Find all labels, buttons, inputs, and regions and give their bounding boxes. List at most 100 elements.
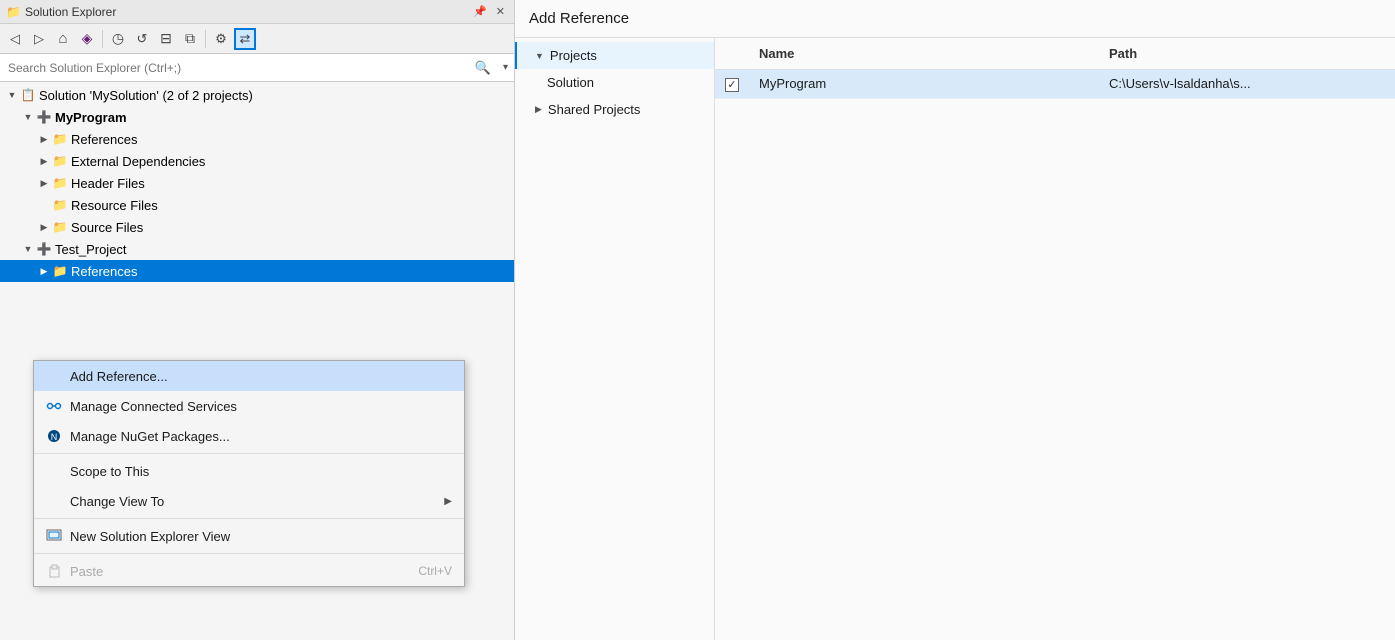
tree-item-header-files[interactable]: 📁 Header Files xyxy=(0,172,514,194)
ctx-manage-connected[interactable]: Manage Connected Services xyxy=(34,391,464,421)
manage-nuget-icon: N xyxy=(46,428,62,444)
references-table: Name Path ✓ MyProgram C:\Users\v-lsaldan… xyxy=(715,38,1395,99)
resource-files-arrow xyxy=(36,197,52,213)
header-files-label: Header Files xyxy=(71,176,145,191)
nav-projects[interactable]: ▼ Projects xyxy=(515,42,714,69)
change-view-arrow-icon: ▶ xyxy=(444,496,452,507)
references-1-icon: 📁 xyxy=(52,131,68,147)
search-icon[interactable]: 🔍 xyxy=(469,56,497,80)
solution-icon: 📋 xyxy=(20,87,36,103)
copy-button[interactable]: ⧉ xyxy=(179,28,201,50)
myprogram-icon: ➕ xyxy=(36,109,52,125)
header-files-arrow xyxy=(36,175,52,191)
row-name-cell: MyProgram xyxy=(749,70,1099,99)
solution-explorer-title: Solution Explorer xyxy=(25,5,116,19)
tree-item-source-files[interactable]: 📁 Source Files xyxy=(0,216,514,238)
nav-solution[interactable]: Solution xyxy=(515,69,714,96)
ctx-add-reference-label: Add Reference... xyxy=(70,369,168,384)
se-title-bar: 📁 Solution Explorer 📌 ✕ xyxy=(0,0,514,24)
test-project-icon: ➕ xyxy=(36,241,52,257)
nav-solution-label: Solution xyxy=(547,75,594,90)
references-2-label: References xyxy=(71,264,137,279)
ctx-scope-to-this[interactable]: Scope to This xyxy=(34,456,464,486)
ctx-paste[interactable]: Paste Ctrl+V xyxy=(34,556,464,586)
se-toolbar: ◁ ▷ ⌂ ◈ ◷ ↺ ⊟ ⧉ ⚙ ⇄ xyxy=(0,24,514,54)
row-checkbox[interactable]: ✓ xyxy=(725,78,739,92)
row-checkbox-cell[interactable]: ✓ xyxy=(715,70,749,99)
ctx-manage-nuget-label: Manage NuGet Packages... xyxy=(70,429,230,444)
refresh-button[interactable]: ↺ xyxy=(131,28,153,50)
myprogram-label: MyProgram xyxy=(55,110,127,125)
ctx-separator-1 xyxy=(34,453,464,454)
myprogram-arrow xyxy=(20,109,36,125)
change-view-icon xyxy=(46,493,62,509)
ctx-paste-label: Paste xyxy=(70,564,103,579)
search-dropdown-icon[interactable]: ▾ xyxy=(497,58,514,77)
solution-arrow xyxy=(4,87,20,103)
se-title-controls: 📌 ✕ xyxy=(470,4,508,19)
header-files-icon: 📁 xyxy=(52,175,68,191)
collapse-button[interactable]: ⊟ xyxy=(155,28,177,50)
sync-button[interactable]: ⇄ xyxy=(234,28,256,50)
tree-item-myprogram[interactable]: ➕ MyProgram xyxy=(0,106,514,128)
external-deps-arrow xyxy=(36,153,52,169)
row-path-cell: C:\Users\v-lsaldanha\s... xyxy=(1099,70,1395,99)
test-project-arrow xyxy=(20,241,36,257)
source-files-arrow xyxy=(36,219,52,235)
test-project-label: Test_Project xyxy=(55,242,127,257)
nav-shared-projects-label: Shared Projects xyxy=(548,102,641,117)
ctx-change-view-label: Change View To xyxy=(70,494,164,509)
tree-item-external-deps[interactable]: 📁 External Dependencies xyxy=(0,150,514,172)
forward-button[interactable]: ▷ xyxy=(28,28,50,50)
vs-icon-button[interactable]: ◈ xyxy=(76,28,98,50)
external-deps-icon: 📁 xyxy=(52,153,68,169)
history-button[interactable]: ◷ xyxy=(107,28,129,50)
svg-text:N: N xyxy=(51,432,58,442)
add-reference-title: Add Reference xyxy=(515,0,1395,38)
ctx-scope-to-this-label: Scope to This xyxy=(70,464,149,479)
resource-files-icon: 📁 xyxy=(52,197,68,213)
paste-icon xyxy=(46,563,62,579)
nav-shared-projects[interactable]: ▶ Shared Projects xyxy=(515,96,714,123)
references-1-arrow xyxy=(36,131,52,147)
ctx-change-view-to[interactable]: Change View To ▶ xyxy=(34,486,464,516)
se-title-left: 📁 Solution Explorer xyxy=(6,5,116,19)
shared-projects-arrow: ▶ xyxy=(535,104,542,115)
col-header-path[interactable]: Path xyxy=(1099,38,1395,70)
nav-projects-label: Projects xyxy=(550,48,597,63)
tree-item-references-1[interactable]: 📁 References xyxy=(0,128,514,150)
add-reference-nav: ▼ Projects Solution ▶ Shared Projects xyxy=(515,38,715,640)
search-input[interactable] xyxy=(0,57,469,79)
solution-explorer-icon: 📁 xyxy=(6,5,21,19)
back-button[interactable]: ◁ xyxy=(4,28,26,50)
source-files-label: Source Files xyxy=(71,220,143,235)
tree-item-test-project[interactable]: ➕ Test_Project xyxy=(0,238,514,260)
references-2-icon: 📁 xyxy=(52,263,68,279)
source-files-icon: 📁 xyxy=(52,219,68,235)
toolbar-sep-2 xyxy=(205,30,206,48)
add-reference-panel: Add Reference ▼ Projects Solution ▶ Shar… xyxy=(515,0,1395,640)
toolbar-sep-1 xyxy=(102,30,103,48)
new-solution-view-icon xyxy=(46,528,62,544)
tree-item-resource-files[interactable]: 📁 Resource Files xyxy=(0,194,514,216)
scope-to-this-icon xyxy=(46,463,62,479)
ctx-manage-connected-label: Manage Connected Services xyxy=(70,399,237,414)
tree-item-solution[interactable]: 📋 Solution 'MySolution' (2 of 2 projects… xyxy=(0,84,514,106)
references-2-arrow xyxy=(36,263,52,279)
se-search-bar: 🔍 ▾ xyxy=(0,54,514,82)
col-header-name[interactable]: Name xyxy=(749,38,1099,70)
close-icon[interactable]: ✕ xyxy=(493,4,508,19)
references-1-label: References xyxy=(71,132,137,147)
ctx-add-reference[interactable]: Add Reference... xyxy=(34,361,464,391)
ctx-manage-nuget[interactable]: N Manage NuGet Packages... xyxy=(34,421,464,451)
pin-icon[interactable]: 📌 xyxy=(470,4,490,19)
tree-item-references-2[interactable]: 📁 References xyxy=(0,260,514,282)
properties-button[interactable]: ⚙ xyxy=(210,28,232,50)
ctx-new-solution-view-label: New Solution Explorer View xyxy=(70,529,230,544)
add-reference-body: ▼ Projects Solution ▶ Shared Projects Na… xyxy=(515,38,1395,640)
table-row[interactable]: ✓ MyProgram C:\Users\v-lsaldanha\s... xyxy=(715,70,1395,99)
ctx-separator-3 xyxy=(34,553,464,554)
home-button[interactable]: ⌂ xyxy=(52,28,74,50)
add-reference-content: Name Path ✓ MyProgram C:\Users\v-lsaldan… xyxy=(715,38,1395,640)
ctx-new-solution-view[interactable]: New Solution Explorer View xyxy=(34,521,464,551)
